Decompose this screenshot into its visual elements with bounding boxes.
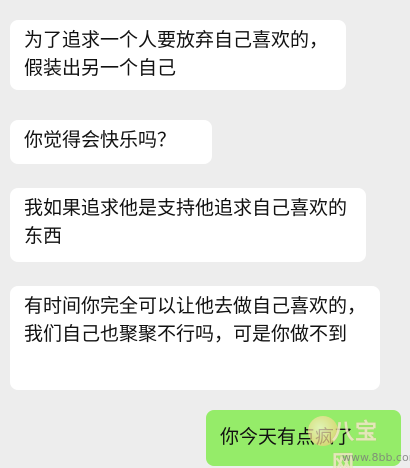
- message-bubble-incoming[interactable]: 你觉得会快乐吗？: [10, 120, 212, 164]
- message-bubble-incoming[interactable]: 我如果追求他是支持他追求自己喜欢的东西: [10, 188, 366, 262]
- chat-area: 为了追求一个人要放弃自己喜欢的，假装出另一个自己 你觉得会快乐吗？ 我如果追求他…: [0, 0, 410, 468]
- message-bubble-incoming[interactable]: 有时间你完全可以让他去做自己喜欢的，我们自己也聚聚不行吗，可是你做不到: [10, 286, 380, 390]
- message-bubble-outgoing[interactable]: 你今天有点疯了: [206, 410, 401, 466]
- message-bubble-incoming[interactable]: 为了追求一个人要放弃自己喜欢的，假装出另一个自己: [10, 20, 346, 90]
